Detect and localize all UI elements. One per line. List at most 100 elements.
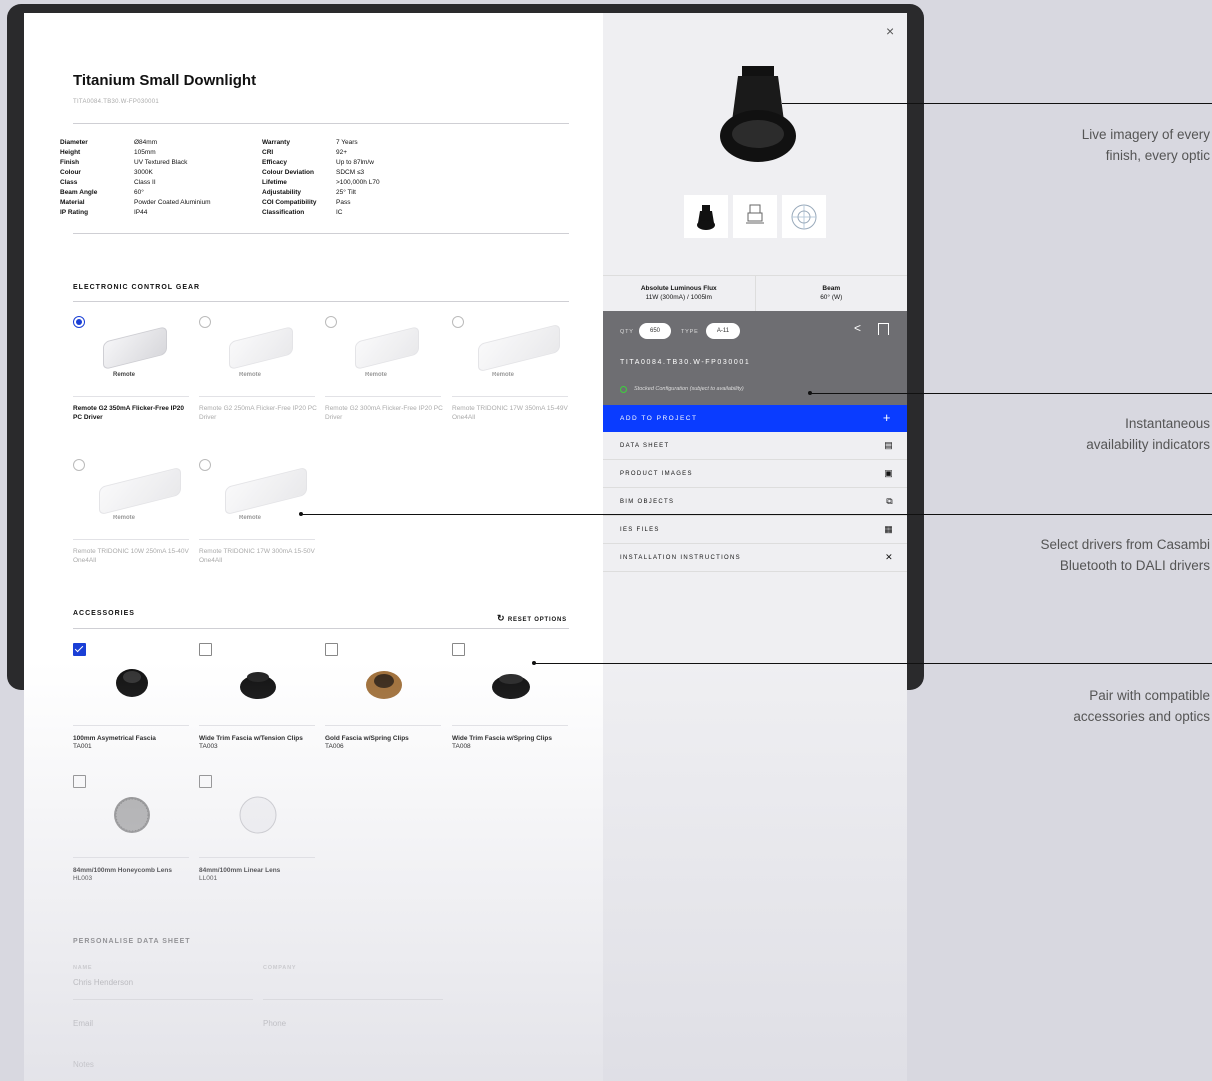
remote-logo: Remote xyxy=(113,515,136,521)
callout-line xyxy=(810,393,1212,394)
spec-value: 25° Tilt xyxy=(336,189,356,196)
callout-line1: Live imagery of every xyxy=(1081,127,1210,142)
checkbox-unchecked[interactable] xyxy=(199,775,212,788)
qty-label: QTY xyxy=(620,329,634,335)
divider xyxy=(73,539,189,540)
wide-trim-spring-fascia-image xyxy=(492,674,530,699)
document-icon: ▤ xyxy=(884,440,894,450)
notes-field[interactable]: Notes xyxy=(73,1060,94,1069)
phone-field[interactable]: Phone xyxy=(263,1019,286,1028)
checkbox-unchecked[interactable] xyxy=(452,643,465,656)
honeycomb-lens-image xyxy=(114,797,150,833)
callout-imagery: Live imagery of every finish, every optic xyxy=(1082,124,1210,166)
spec-key: Adjustability xyxy=(262,189,302,196)
spec-key: Diameter xyxy=(60,139,88,146)
downlight-icon xyxy=(697,204,715,230)
divider xyxy=(452,725,568,726)
callout-accessories: Pair with compatible accessories and opti… xyxy=(1073,685,1210,727)
spec-key: Class xyxy=(60,179,78,186)
reset-options-button[interactable]: ↻ RESET OPTIONS xyxy=(497,613,567,624)
add-to-project-label: ADD TO PROJECT xyxy=(620,415,698,422)
driver-image xyxy=(478,323,560,373)
spec-list-right: Warranty 7 Years CRI 92+ Efficacy Up to 87l… xyxy=(262,138,462,218)
checkbox-unchecked[interactable] xyxy=(73,775,86,788)
gear-label: Remote G2 300mA Flicker-Free IP20 PC Dri… xyxy=(325,405,443,421)
divider xyxy=(199,857,315,858)
stock-status: Stocked Configuration (subject to availa… xyxy=(634,386,744,392)
spec-value: 92+ xyxy=(336,149,348,156)
remote-logo: Remote xyxy=(239,372,262,378)
menu-item-bim-objects[interactable]: BIM OBJECTS ⧉ xyxy=(603,488,907,516)
spec-key: Colour xyxy=(60,169,81,176)
radio-unselected[interactable] xyxy=(199,316,211,328)
thumbnail-beam-diagram[interactable] xyxy=(782,195,826,238)
checkbox-checked[interactable] xyxy=(73,643,86,656)
radio-unselected[interactable] xyxy=(199,459,211,471)
menu-item-label: BIM OBJECTS xyxy=(620,499,675,505)
checkbox-unchecked[interactable] xyxy=(199,643,212,656)
stat-label: Beam xyxy=(822,285,841,292)
bookmark-icon[interactable] xyxy=(878,323,889,335)
accessories-section-title: ACCESSORIES xyxy=(73,610,135,617)
qty-input[interactable]: 650 xyxy=(639,323,671,339)
spec-value: SDCM ≤3 xyxy=(336,169,365,176)
spec-value: 7 Years xyxy=(336,139,358,146)
divider xyxy=(452,396,568,397)
remote-logo: Remote xyxy=(492,372,515,378)
spec-value: >100,000h L70 xyxy=(336,179,380,186)
gear-label: Remote TRIDONIC 17W 350mA 15-49V One4All xyxy=(452,405,568,421)
stat-value: 11W (300mA) / 1005lm xyxy=(645,294,712,301)
spec-value: UV Textured Black xyxy=(134,159,188,166)
menu-item-label: INSTALLATION INSTRUCTIONS xyxy=(620,555,741,561)
remote-logo: Remote xyxy=(113,372,136,378)
beam-diagram-icon xyxy=(791,204,817,229)
spec-list-left: Diameter Ø84mm Height 105mm Finish UV Textu… xyxy=(60,138,250,218)
email-field[interactable]: Email xyxy=(73,1019,93,1028)
spec-value: IC xyxy=(336,209,343,216)
driver-image xyxy=(225,466,307,516)
gear-label: Remote TRIDONIC 10W 250mA 15-40V One4All xyxy=(73,548,189,564)
close-icon[interactable]: × xyxy=(886,23,894,39)
menu-item-data-sheet[interactable]: DATA SHEET ▤ xyxy=(603,432,907,460)
driver-image xyxy=(229,326,293,370)
menu-item-label: DATA SHEET xyxy=(620,443,670,449)
spec-value: Ø84mm xyxy=(134,139,158,146)
callout-availability: Instantaneous availability indicators xyxy=(1086,413,1210,455)
callout-line1: Pair with compatible xyxy=(1089,688,1210,703)
spec-value: IP44 xyxy=(134,209,148,216)
spec-value: Powder Coated Aluminium xyxy=(134,199,211,206)
beam-stat: Beam 60° (W) xyxy=(756,276,908,312)
menu-item-product-images[interactable]: PRODUCT IMAGES ▣ xyxy=(603,460,907,488)
spec-key: IP Rating xyxy=(60,209,89,216)
spec-key: Beam Angle xyxy=(60,189,98,196)
gold-fascia-image xyxy=(366,671,402,699)
spec-key: Colour Deviation xyxy=(262,169,315,176)
stat-value: 60° (W) xyxy=(820,294,843,301)
menu-item-ies-files[interactable]: IES FILES ▦ xyxy=(603,516,907,544)
add-to-project-button[interactable]: ADD TO PROJECT + xyxy=(603,405,907,432)
accessory-code: LL001 xyxy=(199,875,218,882)
share-icon[interactable]: < xyxy=(854,321,861,335)
accessory-label: Wide Trim Fascia w/Tension Clips xyxy=(199,735,303,742)
callout-line2: Bluetooth to DALI drivers xyxy=(1059,558,1210,573)
spec-value: Up to 87lm/w xyxy=(336,159,374,166)
thumbnail-drawing[interactable] xyxy=(733,195,777,238)
radio-unselected[interactable] xyxy=(452,316,464,328)
company-field[interactable] xyxy=(263,999,443,1000)
thumbnail-product[interactable] xyxy=(684,195,728,238)
checkbox-unchecked[interactable] xyxy=(325,643,338,656)
product-configurator: Titanium Small Downlight TITA0084.TB30.W… xyxy=(24,13,907,1081)
menu-item-installation-instructions[interactable]: INSTALLATION INSTRUCTIONS ✕ xyxy=(603,544,907,572)
linear-lens-image xyxy=(239,796,277,834)
product-code: TITA0084.TB30.W-FP030001 xyxy=(73,99,160,105)
stat-label: Absolute Luminous Flux xyxy=(640,285,717,292)
name-field[interactable]: Chris Henderson xyxy=(73,978,133,987)
callout-line xyxy=(301,514,1212,515)
divider xyxy=(199,396,315,397)
type-input[interactable]: A-11 xyxy=(706,323,740,339)
radio-unselected[interactable] xyxy=(73,459,85,471)
configuration-panel: QTY 650 TYPE A-11 < TITA0084.TB30.W-FP03… xyxy=(603,311,907,405)
radio-unselected[interactable] xyxy=(325,316,337,328)
radio-selected[interactable] xyxy=(73,316,85,328)
divider xyxy=(73,725,189,726)
